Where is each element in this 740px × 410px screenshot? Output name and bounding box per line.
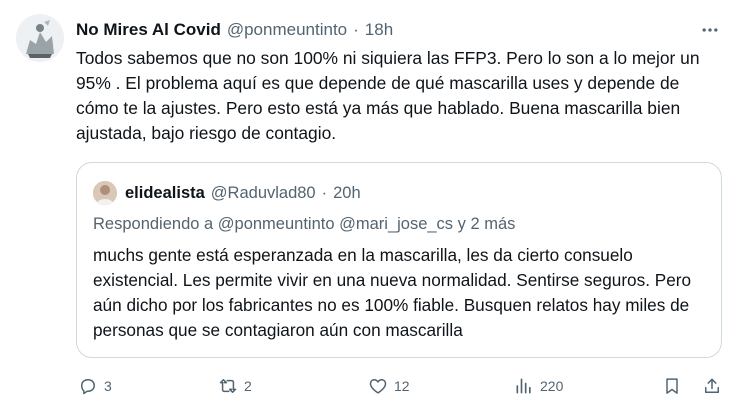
like-icon <box>369 379 387 394</box>
quoted-tweet[interactable]: elidealista @Raduvlad80 · 20h Respondien… <box>76 162 722 358</box>
author-avatar[interactable] <box>16 14 64 62</box>
quote-text: muchs gente está esperanzada en la masca… <box>93 245 692 340</box>
tweet-header: No Mires Al Covid @ponmeuntinto · 18h <box>76 18 393 42</box>
avatar-illustration <box>16 14 64 62</box>
more-button[interactable] <box>696 16 724 44</box>
quote-author-name[interactable]: elidealista <box>125 184 205 203</box>
repost-button[interactable]: 2 <box>218 370 252 402</box>
bookmark-icon <box>666 378 678 394</box>
action-bar: 3 2 12 220 <box>0 370 740 402</box>
repost-count: 2 <box>244 378 252 394</box>
views-icon <box>516 378 531 394</box>
bookmark-button[interactable] <box>662 370 682 402</box>
reply-button[interactable]: 3 <box>78 370 112 402</box>
like-count: 12 <box>394 378 410 394</box>
quote-author-avatar[interactable] <box>93 181 117 205</box>
share-button[interactable] <box>702 370 722 402</box>
author-name[interactable]: No Mires Al Covid <box>76 20 221 40</box>
quote-avatar-illustration <box>93 181 117 205</box>
more-icon <box>702 28 718 32</box>
tweet-time[interactable]: 18h <box>365 20 393 40</box>
tweet-text: Todos sabemos que no son 100% ni siquier… <box>76 48 700 143</box>
quote-separator-dot: · <box>321 183 328 202</box>
replying-prefix: Respondiendo a <box>93 215 214 233</box>
replying-to: Respondiendo a @ponmeuntinto @mari_jose_… <box>93 215 515 234</box>
tweet[interactable]: No Mires Al Covid @ponmeuntinto · 18h To… <box>0 0 740 410</box>
author-handle[interactable]: @ponmeuntinto <box>227 20 347 40</box>
replying-handles[interactable]: @ponmeuntinto @mari_jose_cs <box>218 215 453 233</box>
replying-suffix[interactable]: y 2 más <box>458 215 516 233</box>
quote-author-handle[interactable]: @Raduvlad80 <box>211 184 316 203</box>
repost-icon <box>219 379 237 393</box>
views-count: 220 <box>540 378 564 394</box>
reply-count: 3 <box>104 378 112 394</box>
separator-dot: · <box>353 20 359 39</box>
reply-icon <box>81 379 95 395</box>
like-button[interactable]: 12 <box>368 370 410 402</box>
quote-time[interactable]: 20h <box>333 184 361 203</box>
share-icon <box>705 378 719 393</box>
quote-header: elidealista @Raduvlad80 · 20h <box>93 181 361 205</box>
views-button[interactable]: 220 <box>514 370 563 402</box>
